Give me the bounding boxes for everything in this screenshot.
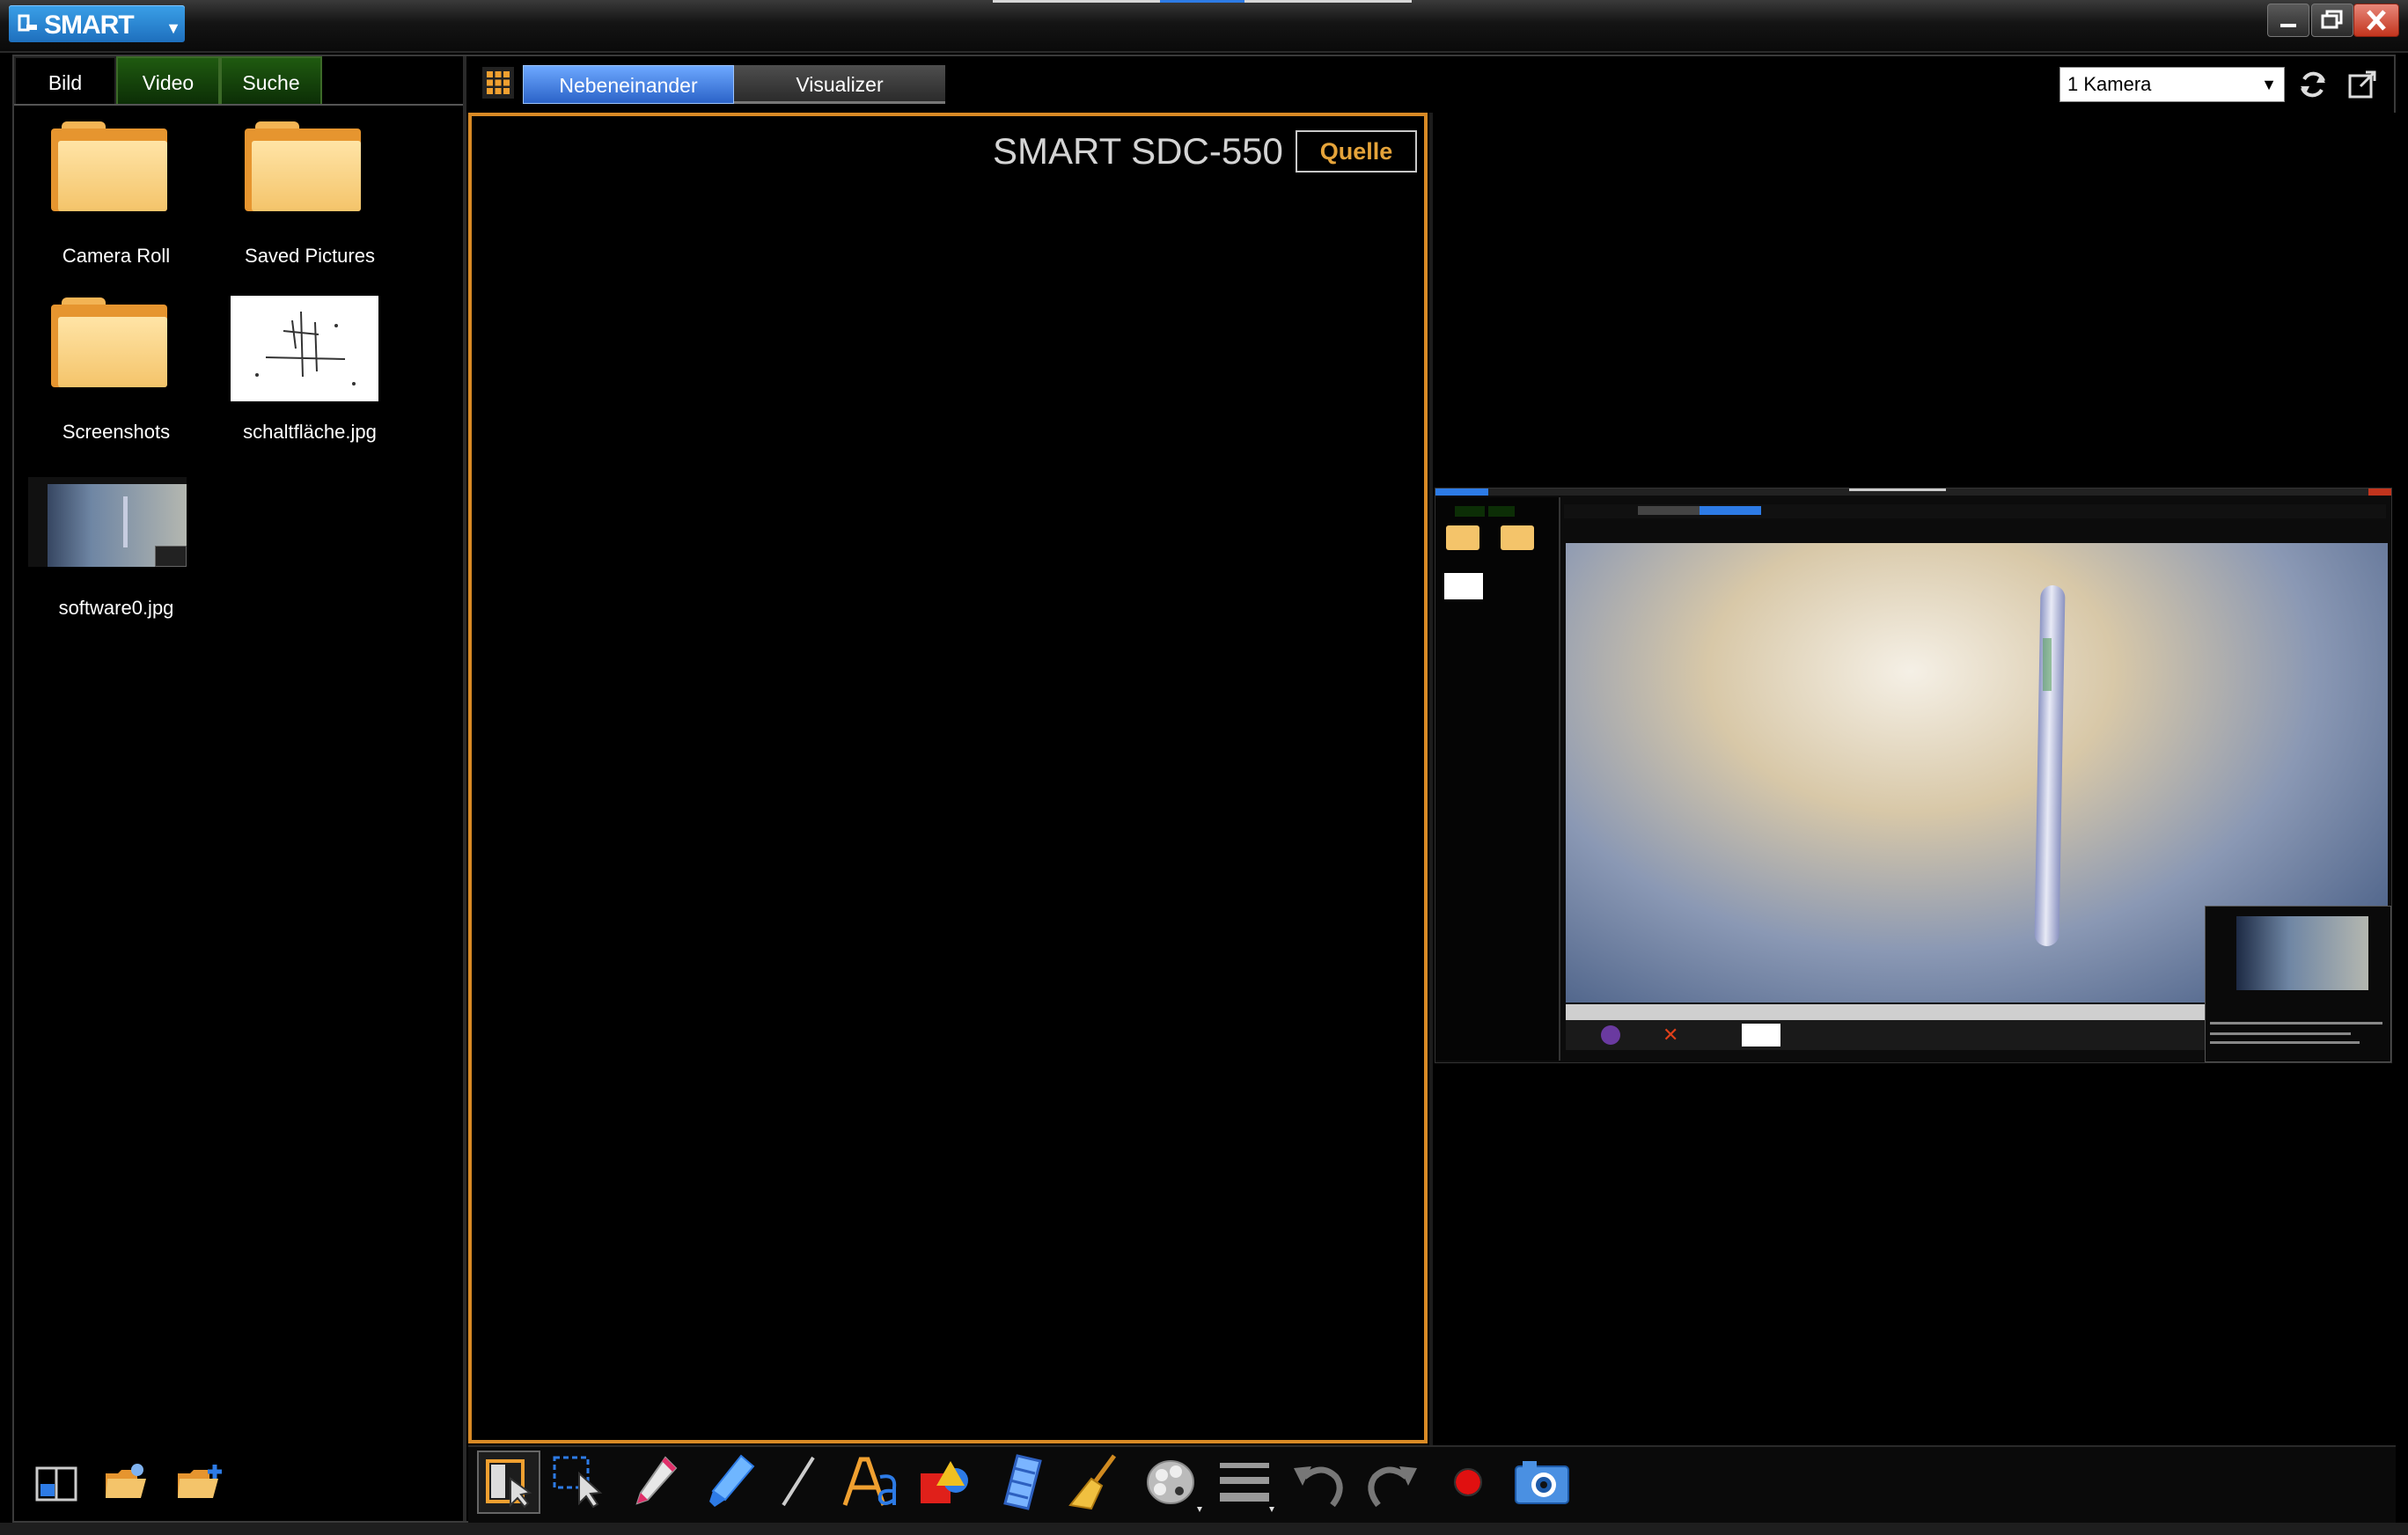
- area-select-button[interactable]: [547, 1451, 611, 1514]
- gallery-item-label: software0.jpg: [58, 597, 174, 619]
- undo-button[interactable]: [1287, 1451, 1350, 1514]
- shapes-icon: [921, 1461, 968, 1503]
- smart-logo-icon: [18, 14, 37, 32]
- undo-icon: [1294, 1466, 1343, 1508]
- color-palette-button[interactable]: [1141, 1451, 1204, 1514]
- tab-suche[interactable]: Suche: [220, 56, 322, 106]
- line-button[interactable]: [771, 1451, 834, 1514]
- gallery-item-label: Saved Pictures: [245, 245, 375, 267]
- line-width-icon: [1220, 1463, 1274, 1512]
- shapes-button[interactable]: [915, 1451, 979, 1514]
- highlighter-icon: [709, 1454, 755, 1507]
- gallery-item-label: schaltfläche.jpg: [243, 421, 377, 443]
- camera-select-value: 1 Kamera: [2067, 73, 2152, 95]
- camera-select[interactable]: 1 Kamera ▼: [2059, 67, 2285, 102]
- clear-icon: [1068, 1454, 1117, 1510]
- refresh-icon[interactable]: [2295, 67, 2331, 102]
- redo-icon: [1368, 1466, 1417, 1508]
- folder-open-icon[interactable]: [102, 1461, 151, 1503]
- highlighter-button[interactable]: [701, 1451, 764, 1514]
- text-button[interactable]: [841, 1451, 905, 1514]
- toggle-label: Nebeneinander: [559, 74, 698, 97]
- quelle-label: Quelle: [1319, 138, 1393, 165]
- view-divider[interactable]: [1429, 113, 1433, 1445]
- line-icon: [782, 1456, 815, 1507]
- thumbnail-scribble: [255, 311, 356, 386]
- smart-menu-button[interactable]: SMART ▼: [9, 5, 185, 42]
- gallery-item-label: Screenshots: [62, 421, 171, 443]
- eraser-button[interactable]: [991, 1451, 1054, 1514]
- chevron-down-icon: ▼: [165, 19, 181, 37]
- folder-icon: [245, 121, 361, 211]
- select-mode-icon: [486, 1459, 532, 1509]
- capture-button[interactable]: [1510, 1451, 1574, 1514]
- minimize-button[interactable]: [2267, 4, 2309, 37]
- color-palette-icon: [1147, 1460, 1202, 1512]
- grid-view-icon[interactable]: [482, 67, 514, 99]
- text-icon: [842, 1457, 897, 1506]
- clear-button[interactable]: [1065, 1451, 1128, 1514]
- select-mode-button[interactable]: [477, 1451, 540, 1514]
- camera-view-left[interactable]: [468, 113, 1428, 1443]
- restore-button[interactable]: [2311, 4, 2353, 37]
- gallery-panel: Bild Video Suche Camera Roll Saved Pictu…: [14, 56, 466, 1521]
- area-select-icon: [553, 1456, 603, 1509]
- window-bottom-frame: [0, 1523, 2408, 1535]
- layout-icon[interactable]: [33, 1463, 79, 1503]
- redo-button[interactable]: [1361, 1451, 1424, 1514]
- visualizer-toggle[interactable]: Visualizer: [734, 65, 945, 104]
- popout-icon[interactable]: [2345, 67, 2380, 102]
- close-icon: [2367, 10, 2386, 31]
- image-thumbnail: [231, 296, 378, 401]
- record-icon: [1454, 1468, 1482, 1496]
- tab-label: Suche: [242, 71, 300, 94]
- title-bar: SMART ▼: [0, 0, 2408, 53]
- tab-video[interactable]: Video: [116, 56, 220, 106]
- pen-button[interactable]: [627, 1451, 690, 1514]
- camera-icon: [1515, 1461, 1569, 1504]
- tab-label: Bild: [48, 71, 83, 94]
- gallery-item-label: Camera Roll: [62, 245, 171, 267]
- minimize-icon: [2280, 24, 2296, 27]
- restore-icon: [2321, 10, 2343, 29]
- tab-bild[interactable]: Bild: [14, 56, 116, 106]
- close-button[interactable]: [2353, 4, 2399, 37]
- line-width-button[interactable]: [1213, 1451, 1276, 1514]
- tab-divider: [14, 104, 463, 106]
- image-thumbnail: [28, 477, 187, 567]
- nebeneinander-toggle[interactable]: Nebeneinander: [523, 65, 734, 104]
- record-button[interactable]: [1436, 1451, 1500, 1514]
- app-logo-text: SMART: [44, 11, 135, 40]
- camera-title: SMART SDC-550: [993, 130, 1283, 172]
- eraser-icon: [1003, 1454, 1042, 1510]
- title-accent-blue: [1160, 0, 1244, 3]
- folder-icon: [51, 121, 167, 211]
- folder-add-icon[interactable]: [174, 1461, 227, 1503]
- pen-icon: [635, 1456, 678, 1505]
- folder-icon: [51, 297, 167, 387]
- mirrored-screen-preview: ✕: [1435, 488, 2392, 1063]
- quelle-button[interactable]: Quelle: [1296, 130, 1417, 173]
- chevron-down-icon: ▼: [2261, 76, 2277, 93]
- tab-label: Video: [142, 71, 195, 94]
- toggle-label: Visualizer: [796, 73, 884, 96]
